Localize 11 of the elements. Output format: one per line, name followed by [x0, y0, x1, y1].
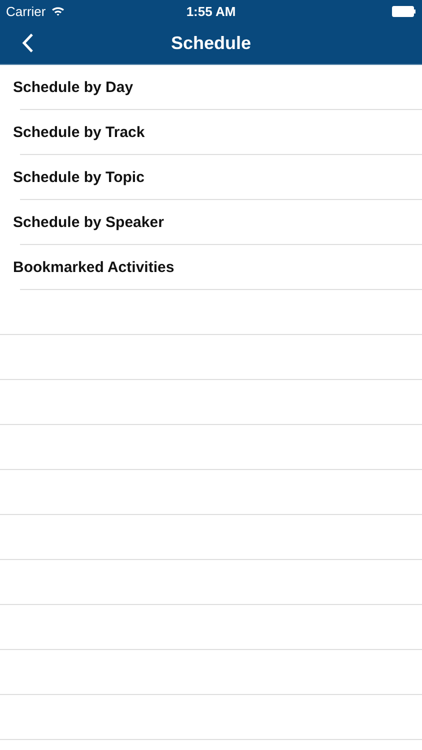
nav-title: Schedule [170, 32, 252, 54]
menu-item[interactable]: Schedule by Day [0, 65, 422, 110]
menu-item[interactable]: Schedule by Track [0, 110, 422, 155]
carrier-label: Carrier [6, 4, 46, 18]
chevron-left-icon [22, 33, 34, 53]
menu-item[interactable]: Schedule by Topic [0, 155, 422, 200]
menu-item[interactable]: Schedule by Speaker [0, 200, 422, 245]
battery-icon [392, 6, 416, 16]
menu-item[interactable]: Bookmarked Activities [0, 245, 422, 290]
status-time: 1:55 AM [186, 4, 236, 18]
wifi-icon [50, 6, 65, 16]
